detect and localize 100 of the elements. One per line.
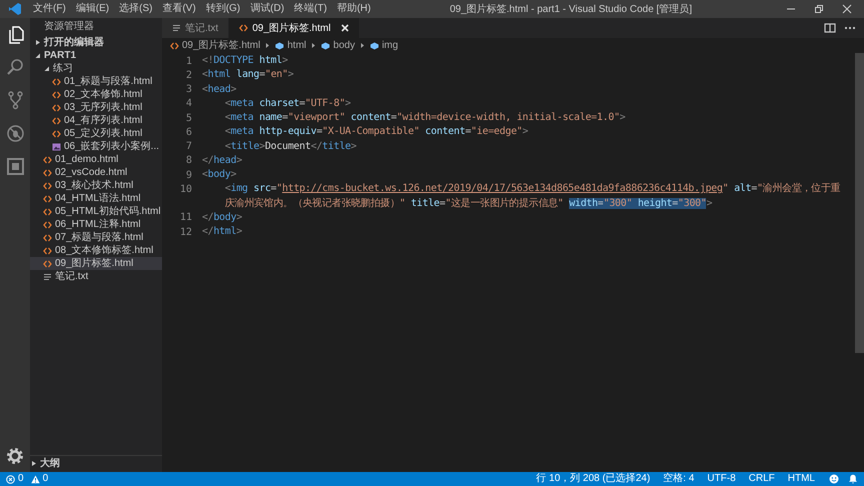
- status-item[interactable]: HTML: [782, 472, 820, 486]
- breadcrumb-item[interactable]: html: [287, 38, 306, 52]
- file-item[interactable]: 06_HTML注释.html: [30, 218, 162, 231]
- collapsed-caret-icon[interactable]: [30, 460, 37, 466]
- item-label: 04_有序列表.html: [64, 114, 142, 127]
- extensions-icon[interactable]: [4, 156, 26, 177]
- file-item[interactable]: 05_HTML初始代码.html: [30, 205, 162, 218]
- code-line: <!DOCTYPE html>: [202, 54, 288, 68]
- no-bug-icon[interactable]: [4, 123, 26, 144]
- restore-icon[interactable]: [814, 4, 824, 14]
- file-item[interactable]: 04_有序列表.html: [30, 114, 162, 127]
- code-line: <head>: [202, 82, 236, 97]
- item-label: 02_文本修饰.html: [64, 88, 142, 101]
- split-editor-icon[interactable]: [824, 23, 836, 33]
- file-item[interactable]: 01_demo.html: [30, 153, 162, 166]
- window-title: 09_图片标签.html - part1 - Visual Studio Code [管理员]: [448, 2, 693, 16]
- code-brackets-icon: [43, 156, 52, 164]
- line-number: 7: [184, 141, 193, 152]
- settings-icon[interactable]: [5, 446, 25, 466]
- sidebar-title: 资源管理器: [43, 20, 95, 34]
- tab-label: 笔记.txt: [185, 22, 218, 35]
- editor-tab[interactable]: 笔记.txt: [162, 18, 230, 38]
- chevron-right-icon: [265, 42, 270, 49]
- item-label: 练习: [53, 62, 73, 75]
- line-number: 8: [184, 155, 193, 166]
- menu-item[interactable]: 编辑(E): [70, 1, 114, 17]
- section-header[interactable]: 大纲: [30, 455, 162, 470]
- section-header[interactable]: 打开的编辑器: [30, 36, 162, 49]
- menu-item[interactable]: 转到(G): [200, 1, 246, 17]
- item-label: 03_无序列表.html: [64, 101, 142, 114]
- file-item[interactable]: 05_定义列表.html: [30, 127, 162, 140]
- breadcrumb-item[interactable]: 09_图片标签.html: [182, 38, 260, 52]
- file-item[interactable]: 03_无序列表.html: [30, 101, 162, 114]
- code-brackets-icon: [43, 208, 52, 216]
- line-number: 12: [178, 226, 193, 238]
- item-label: PART1: [44, 49, 76, 62]
- line-number: 11: [178, 212, 193, 224]
- app-logo-icon: [8, 2, 22, 16]
- code-line: <meta charset="UTF-8">: [224, 96, 351, 111]
- code-brackets-icon: [52, 104, 61, 112]
- item-label: 07_标题与段落.html: [55, 231, 144, 244]
- menu-item[interactable]: 调试(D): [245, 1, 290, 17]
- item-label: 01_标题与段落.html: [64, 75, 152, 88]
- item-label: 02_vsCode.html: [55, 166, 128, 179]
- status-item[interactable]: CRLF: [744, 472, 780, 486]
- item-label: 08_文本修饰标签.html: [55, 244, 154, 257]
- code-line: <body>: [202, 168, 236, 182]
- smiley-icon[interactable]: [829, 474, 839, 484]
- file-item[interactable]: 02_文本修饰.html: [30, 88, 162, 101]
- scrollbar-thumb[interactable]: [855, 53, 864, 353]
- file-item[interactable]: 06_嵌套列表小案例...: [30, 140, 162, 153]
- item-label: 06_HTML注释.html: [55, 218, 141, 231]
- line-number: 6: [184, 126, 193, 138]
- menu-item[interactable]: 选择(S): [114, 1, 158, 17]
- menu-item[interactable]: 帮助(H): [332, 1, 376, 17]
- item-label: 05_定义列表.html: [64, 127, 142, 140]
- item-label: 06_嵌套列表小案例...: [64, 140, 160, 153]
- file-item[interactable]: 04_HTML语法.html: [30, 192, 162, 205]
- item-label: 01_demo.html: [55, 153, 118, 166]
- menu-item[interactable]: 查看(V): [157, 1, 201, 17]
- file-item[interactable]: 09_图片标签.html: [30, 257, 162, 270]
- expanded-caret-icon[interactable]: [43, 65, 50, 72]
- bell-icon[interactable]: [848, 474, 858, 484]
- file-item[interactable]: 07_标题与段落.html: [30, 231, 162, 244]
- code-line: </head>: [202, 154, 242, 168]
- element-icon: [275, 42, 284, 50]
- file-item[interactable]: 01_标题与段落.html: [30, 75, 162, 88]
- line-number: 10: [178, 184, 193, 195]
- collapsed-caret-icon[interactable]: [34, 39, 41, 46]
- breadcrumb-item[interactable]: img: [382, 38, 398, 52]
- file-item[interactable]: 08_文本修饰标签.html: [30, 244, 162, 257]
- status-item[interactable]: 空格: 4: [658, 472, 700, 486]
- code-brackets-icon: [52, 90, 61, 98]
- code-line: <title>Document</title>: [224, 140, 357, 154]
- file-item[interactable]: 03_核心技术.html: [30, 179, 162, 192]
- file-item[interactable]: 02_vsCode.html: [30, 166, 162, 179]
- warning-icon: [30, 474, 40, 484]
- text-lines-icon: [43, 272, 52, 280]
- status-item[interactable]: 行 10，列 208 (已选择24): [531, 472, 656, 486]
- code-brackets-icon: [52, 130, 61, 138]
- item-label: 09_图片标签.html: [55, 257, 134, 270]
- line-number: 3: [184, 84, 193, 96]
- status-item[interactable]: UTF-8: [702, 472, 741, 486]
- editor-tab[interactable]: 09_图片标签.html: [229, 18, 360, 38]
- item-label: 03_核心技术.html: [55, 179, 134, 192]
- expanded-caret-icon[interactable]: [34, 52, 41, 59]
- code-brackets-icon: [170, 42, 179, 50]
- breadcrumb-item[interactable]: body: [333, 38, 355, 52]
- close-icon[interactable]: [842, 4, 852, 14]
- menu-item[interactable]: 文件(F): [28, 1, 71, 17]
- code-brackets-icon: [43, 260, 52, 268]
- code-brackets-icon: [43, 220, 52, 228]
- close-icon[interactable]: [340, 24, 349, 32]
- menu-item[interactable]: 终端(T): [289, 1, 332, 17]
- item-label: 05_HTML初始代码.html: [55, 205, 161, 218]
- section-header[interactable]: PART1: [30, 49, 162, 62]
- folder-item[interactable]: 练习: [30, 62, 162, 75]
- file-item[interactable]: 笔记.txt: [30, 270, 162, 283]
- code-brackets-icon: [52, 116, 61, 124]
- item-label: 笔记.txt: [55, 270, 88, 283]
